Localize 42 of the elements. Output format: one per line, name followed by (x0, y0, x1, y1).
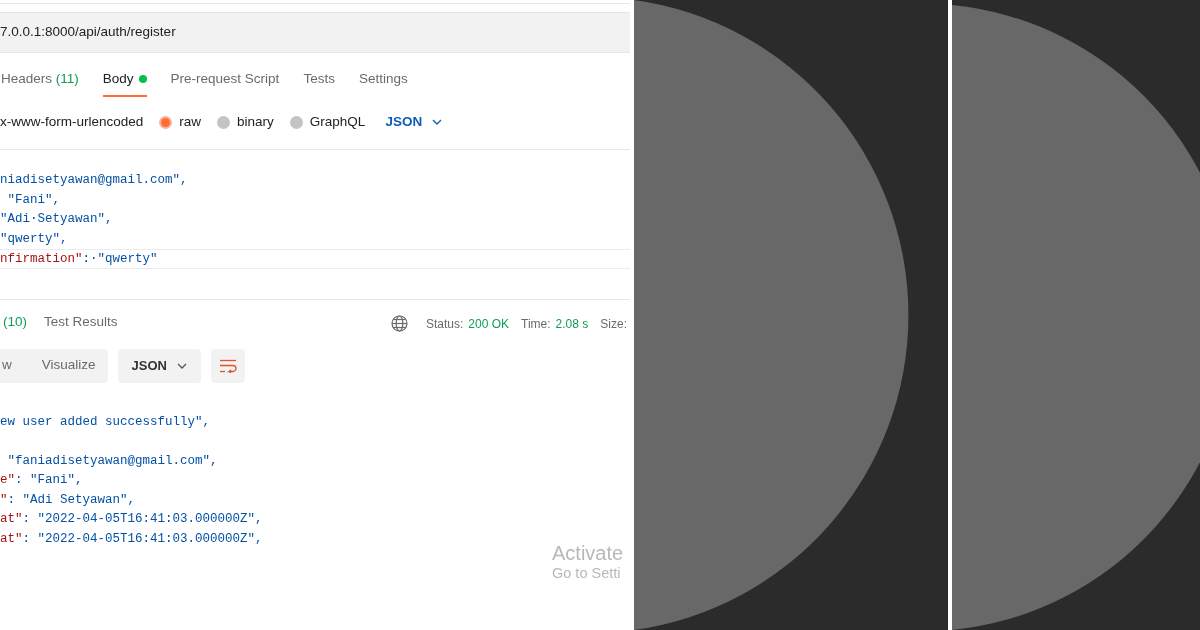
tab[interactable]: Headers (11) (1, 68, 79, 97)
tab[interactable]: Test Results (44, 312, 118, 335)
format-dropdown[interactable]: JSON (117, 348, 201, 383)
status-label: Time: (521, 315, 551, 333)
wrap-lines-button[interactable] (210, 348, 245, 383)
os-notice-text: Go to Setti (552, 565, 622, 582)
status-label: Status: (426, 315, 464, 333)
code-line: "qwerty", (0, 230, 69, 248)
chevron-icon (176, 362, 187, 369)
url-field-value[interactable]: 7.0.0.1:8000/api/auth/register (0, 22, 176, 43)
format-dropdown[interactable]: JSON (385, 111, 423, 133)
radio-button[interactable] (159, 115, 173, 129)
code-line: "Fani", (6, 191, 61, 209)
code-line: ew user added successfully", (0, 413, 212, 431)
tab[interactable]: Pre-request Script (170, 68, 280, 97)
code-line: nfirmation":·"qwerty" (0, 249, 630, 269)
radio-label[interactable]: GraphQL (309, 111, 366, 133)
wrap-lines-icon (218, 358, 237, 373)
status-value: 2.08 s (555, 315, 589, 333)
code-line: e": "Fani", (0, 472, 84, 489)
code-line: "faniadisetyawan@gmail.com", (6, 452, 219, 470)
status-label: Size: (600, 315, 627, 333)
radio-button[interactable] (289, 115, 303, 129)
radio-label[interactable]: raw (179, 111, 202, 133)
view-tab[interactable]: Visualize (29, 355, 108, 376)
status-value: 200 OK (468, 315, 510, 333)
radio-button[interactable] (217, 115, 231, 129)
radio-label[interactable]: binary (237, 111, 274, 133)
tab[interactable]: (10) (3, 312, 27, 335)
tab[interactable]: Body (102, 68, 147, 97)
globe-icon[interactable] (391, 315, 408, 332)
tab[interactable]: Tests (303, 68, 335, 97)
tab[interactable]: Settings (358, 68, 408, 97)
view-tab[interactable]: w (0, 355, 30, 376)
code-line: at": "2022-04-05T16:41:03.000000Z", (0, 530, 264, 548)
code-line: niadisetyawan@gmail.com", (0, 172, 189, 189)
code-line: "Adi·Setyawan", (0, 211, 114, 228)
os-notice-title: Activate (552, 542, 624, 565)
body-type-label: x-www-form-urlencoded (0, 112, 144, 131)
code-line: ": "Adi Setyawan", (0, 491, 137, 509)
chevron-icon (432, 119, 443, 125)
code-line: at": "2022-04-05T16:41:03.000000Z", (0, 511, 264, 528)
